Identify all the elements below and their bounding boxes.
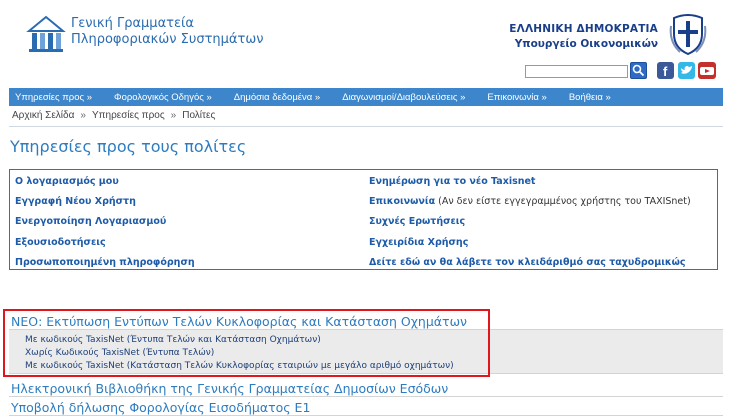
link-personalized-info[interactable]: Προσωποποιημένη πληροφόρηση bbox=[15, 257, 195, 268]
gsis-logo-icon[interactable] bbox=[25, 13, 67, 53]
breadcrumb: Αρχική Σελίδα » Υπηρεσίες προς » Πολίτες bbox=[12, 110, 215, 121]
breadcrumb-current: Πολίτες bbox=[182, 110, 216, 121]
link-activate-account[interactable]: Ενεργοποίηση Λογαριασμού bbox=[15, 216, 166, 227]
link-contact[interactable]: Επικοινωνία bbox=[369, 196, 435, 207]
link-taxisnet-news[interactable]: Ενημέρωση για το νέο Taxisnet bbox=[369, 176, 535, 187]
contact-link-row: Επικοινωνία (Αν δεν είστε εγγεγραμμένος … bbox=[369, 196, 691, 207]
search-input[interactable] bbox=[525, 65, 628, 78]
svg-text:f: f bbox=[663, 64, 668, 79]
page-title: Υπηρεσίες προς τους πολίτες bbox=[10, 137, 247, 156]
nav-tax-guide[interactable]: Φορολογικός Οδηγός » bbox=[114, 92, 212, 103]
section-divider bbox=[9, 396, 723, 397]
breadcrumb-divider bbox=[9, 126, 723, 127]
search-icon bbox=[632, 64, 645, 77]
breadcrumb-separator: » bbox=[170, 110, 177, 121]
government-heading: ΕΛΛΗΝΙΚΗ ΔΗΜΟΚΡΑΤΙΑ Υπουργείο Οικονομικώ… bbox=[509, 23, 658, 50]
link-manuals[interactable]: Εγχειρίδια Χρήσης bbox=[369, 237, 468, 248]
breadcrumb-home[interactable]: Αρχική Σελίδα bbox=[12, 110, 74, 121]
site-header: Γενική Γραμματεία Πληροφοριακών Συστημάτ… bbox=[0, 0, 750, 86]
services-links-box: Ο λογαριασμός μου Εγγραφή Νέου Χρήστη Εν… bbox=[9, 169, 718, 270]
logo-line-2: Πληροφοριακών Συστημάτων bbox=[71, 32, 264, 47]
link-register[interactable]: Εγγραφή Νέου Χρήστη bbox=[15, 196, 136, 207]
link-postal-password[interactable]: Δείτε εδώ αν θα λάβετε τον κλειδάριθμό σ… bbox=[369, 257, 686, 268]
contact-note: (Αν δεν είστε εγγεγραμμένος χρήστης του … bbox=[435, 196, 691, 207]
twitter-icon[interactable] bbox=[678, 62, 695, 79]
main-navigation: Υπηρεσίες προς » Φορολογικός Οδηγός » Δη… bbox=[9, 88, 723, 106]
facebook-icon[interactable]: f bbox=[657, 62, 674, 79]
nav-public-data[interactable]: Δημόσια δεδομένα » bbox=[234, 92, 320, 103]
youtube-icon[interactable] bbox=[698, 62, 716, 79]
nav-help[interactable]: Βοήθεια » bbox=[569, 92, 611, 103]
logo-line-1: Γενική Γραμματεία bbox=[71, 16, 194, 31]
greek-emblem-icon bbox=[669, 14, 707, 56]
nav-services[interactable]: Υπηρεσίες προς » bbox=[15, 92, 92, 103]
nav-contact[interactable]: Επικοινωνία » bbox=[487, 92, 546, 103]
link-faq[interactable]: Συχνές Ερωτήσεις bbox=[369, 216, 465, 227]
breadcrumb-separator: » bbox=[80, 110, 86, 121]
gov-title: ΕΛΛΗΝΙΚΗ ΔΗΜΟΚΡΑΤΙΑ bbox=[509, 23, 658, 35]
nav-tenders[interactable]: Διαγωνισμοί/Διαβουλεύσεις » bbox=[342, 92, 465, 103]
gsis-logo-text[interactable]: Γενική Γραμματεία Πληροφοριακών Συστημάτ… bbox=[71, 16, 263, 48]
electronic-library-link[interactable]: Ηλεκτρονική Βιβλιοθήκη της Γενικής Γραμμ… bbox=[11, 381, 448, 396]
income-tax-declaration-link[interactable]: Υποβολή δήλωσης Φορολογίας Εισοδήματος Ε… bbox=[11, 400, 310, 415]
search-button[interactable] bbox=[630, 62, 647, 79]
link-authorizations[interactable]: Εξουσιοδοτήσεις bbox=[15, 237, 106, 248]
breadcrumb-services[interactable]: Υπηρεσίες προς bbox=[92, 110, 165, 121]
ministry-name: Υπουργείο Οικονομικών bbox=[514, 38, 658, 50]
highlight-frame bbox=[3, 309, 490, 377]
link-my-account[interactable]: Ο λογαριασμός μου bbox=[15, 176, 119, 187]
